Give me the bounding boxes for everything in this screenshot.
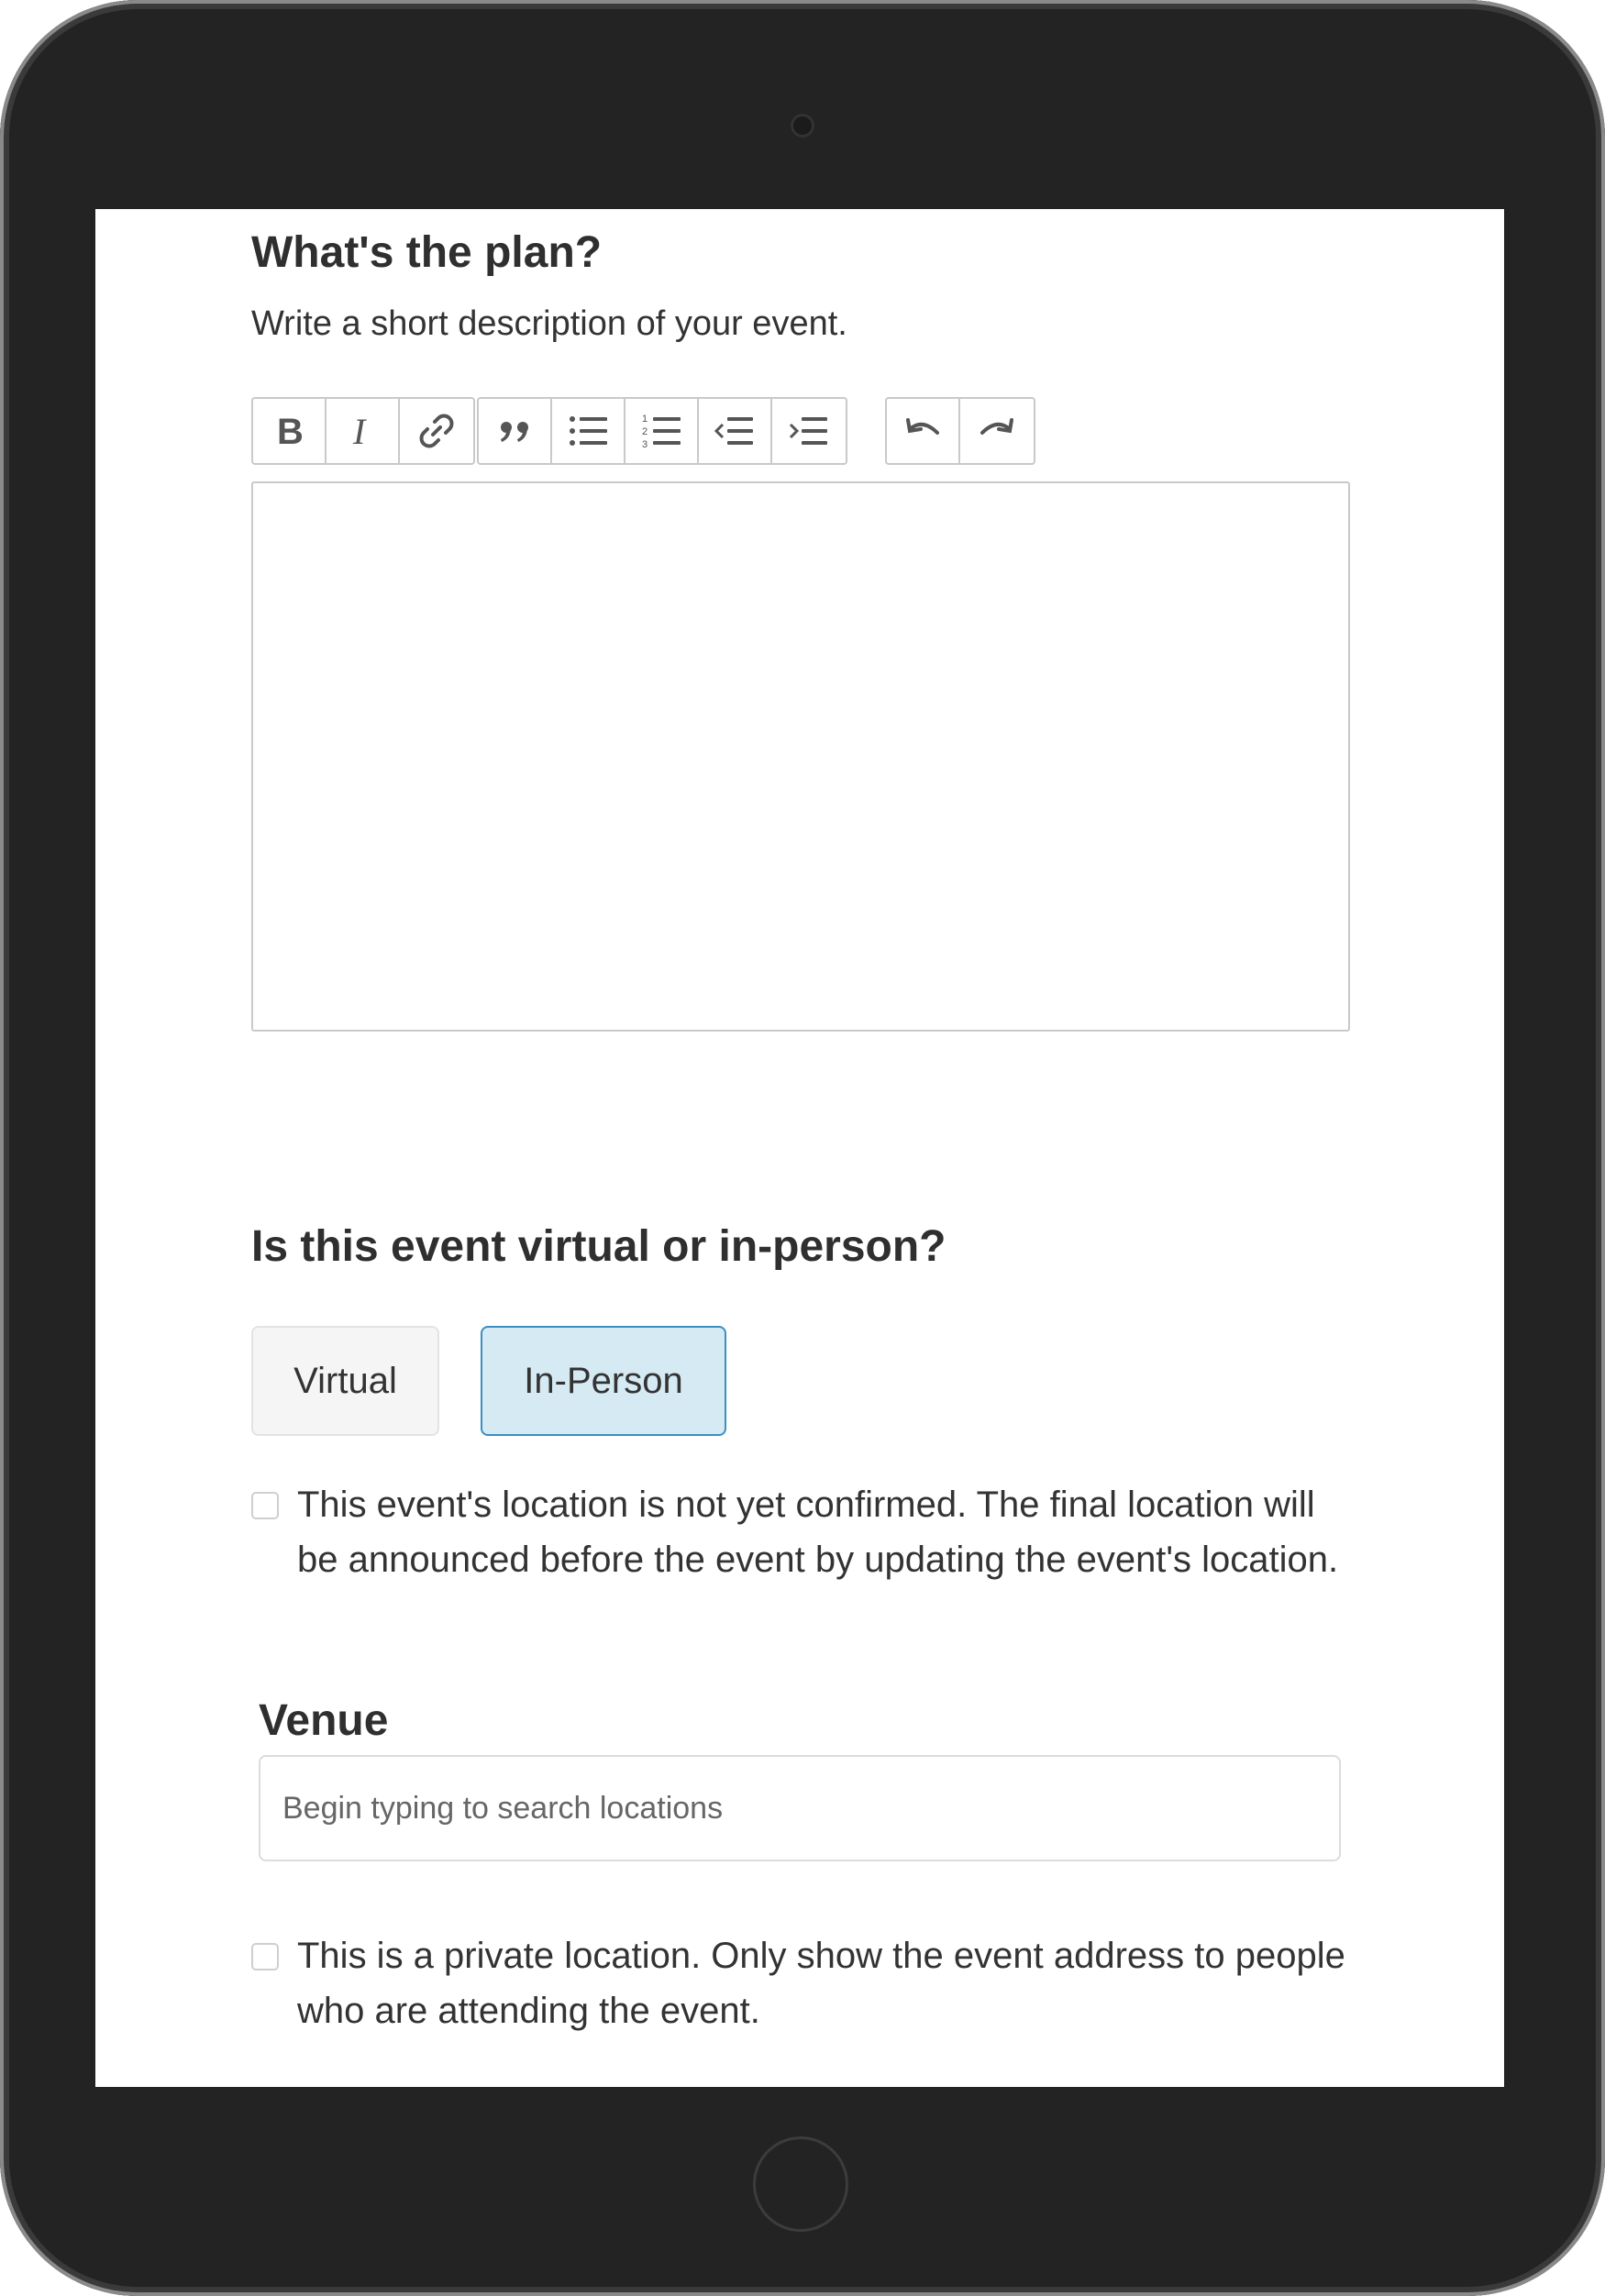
numbered-list-button[interactable]: 1 2 3 — [625, 399, 699, 463]
plan-description: Write a short description of your event. — [251, 304, 847, 343]
italic-icon: I — [352, 411, 367, 452]
svg-text:3: 3 — [642, 439, 648, 450]
link-icon — [419, 414, 454, 448]
outdent-button[interactable] — [699, 399, 772, 463]
location-unconfirmed-row: This event's location is not yet confirm… — [251, 1477, 1352, 1587]
svg-text:I: I — [352, 411, 367, 452]
tablet-frame: What's the plan? Write a short descripti… — [0, 0, 1605, 2296]
svg-text:B: B — [277, 412, 304, 452]
link-button[interactable] — [400, 399, 473, 463]
venue-search-input[interactable] — [259, 1755, 1341, 1861]
outdent-icon — [714, 417, 753, 445]
toolbar-group-format: B I — [251, 397, 475, 465]
screen: What's the plan? Write a short descripti… — [95, 209, 1504, 2087]
svg-text:1: 1 — [642, 414, 648, 425]
private-location-checkbox[interactable] — [251, 1943, 279, 1970]
private-location-label: This is a private location. Only show th… — [297, 1936, 1345, 2031]
home-button[interactable] — [753, 2136, 848, 2232]
plan-heading: What's the plan? — [251, 228, 603, 277]
bold-button[interactable]: B — [253, 399, 327, 463]
numbered-list-icon: 1 2 3 — [642, 414, 681, 450]
location-unconfirmed-label: This event's location is not yet confirm… — [297, 1485, 1339, 1580]
undo-button[interactable] — [887, 399, 960, 463]
italic-button[interactable]: I — [327, 399, 400, 463]
private-location-row: This is a private location. Only show th… — [251, 1928, 1352, 2038]
indent-icon — [789, 417, 827, 445]
toolbar-group-history — [885, 397, 1035, 465]
virtual-button[interactable]: Virtual — [251, 1326, 439, 1436]
quote-button[interactable] — [479, 399, 552, 463]
svg-text:2: 2 — [642, 426, 648, 437]
bullet-list-icon — [570, 416, 607, 446]
toolbar-group-blocks: 1 2 3 — [477, 397, 847, 465]
redo-icon — [980, 418, 1013, 435]
description-editor[interactable] — [251, 481, 1350, 1032]
undo-icon — [906, 418, 939, 435]
mode-heading: Is this event virtual or in-person? — [251, 1222, 946, 1271]
location-unconfirmed-checkbox[interactable] — [251, 1492, 279, 1519]
in-person-button[interactable]: In-Person — [481, 1326, 726, 1436]
indent-button[interactable] — [772, 399, 846, 463]
redo-button[interactable] — [960, 399, 1034, 463]
venue-label: Venue — [259, 1696, 389, 1745]
quote-icon — [501, 422, 528, 442]
bold-icon: B — [277, 412, 304, 452]
bullet-list-button[interactable] — [552, 399, 625, 463]
camera-icon — [791, 114, 814, 138]
